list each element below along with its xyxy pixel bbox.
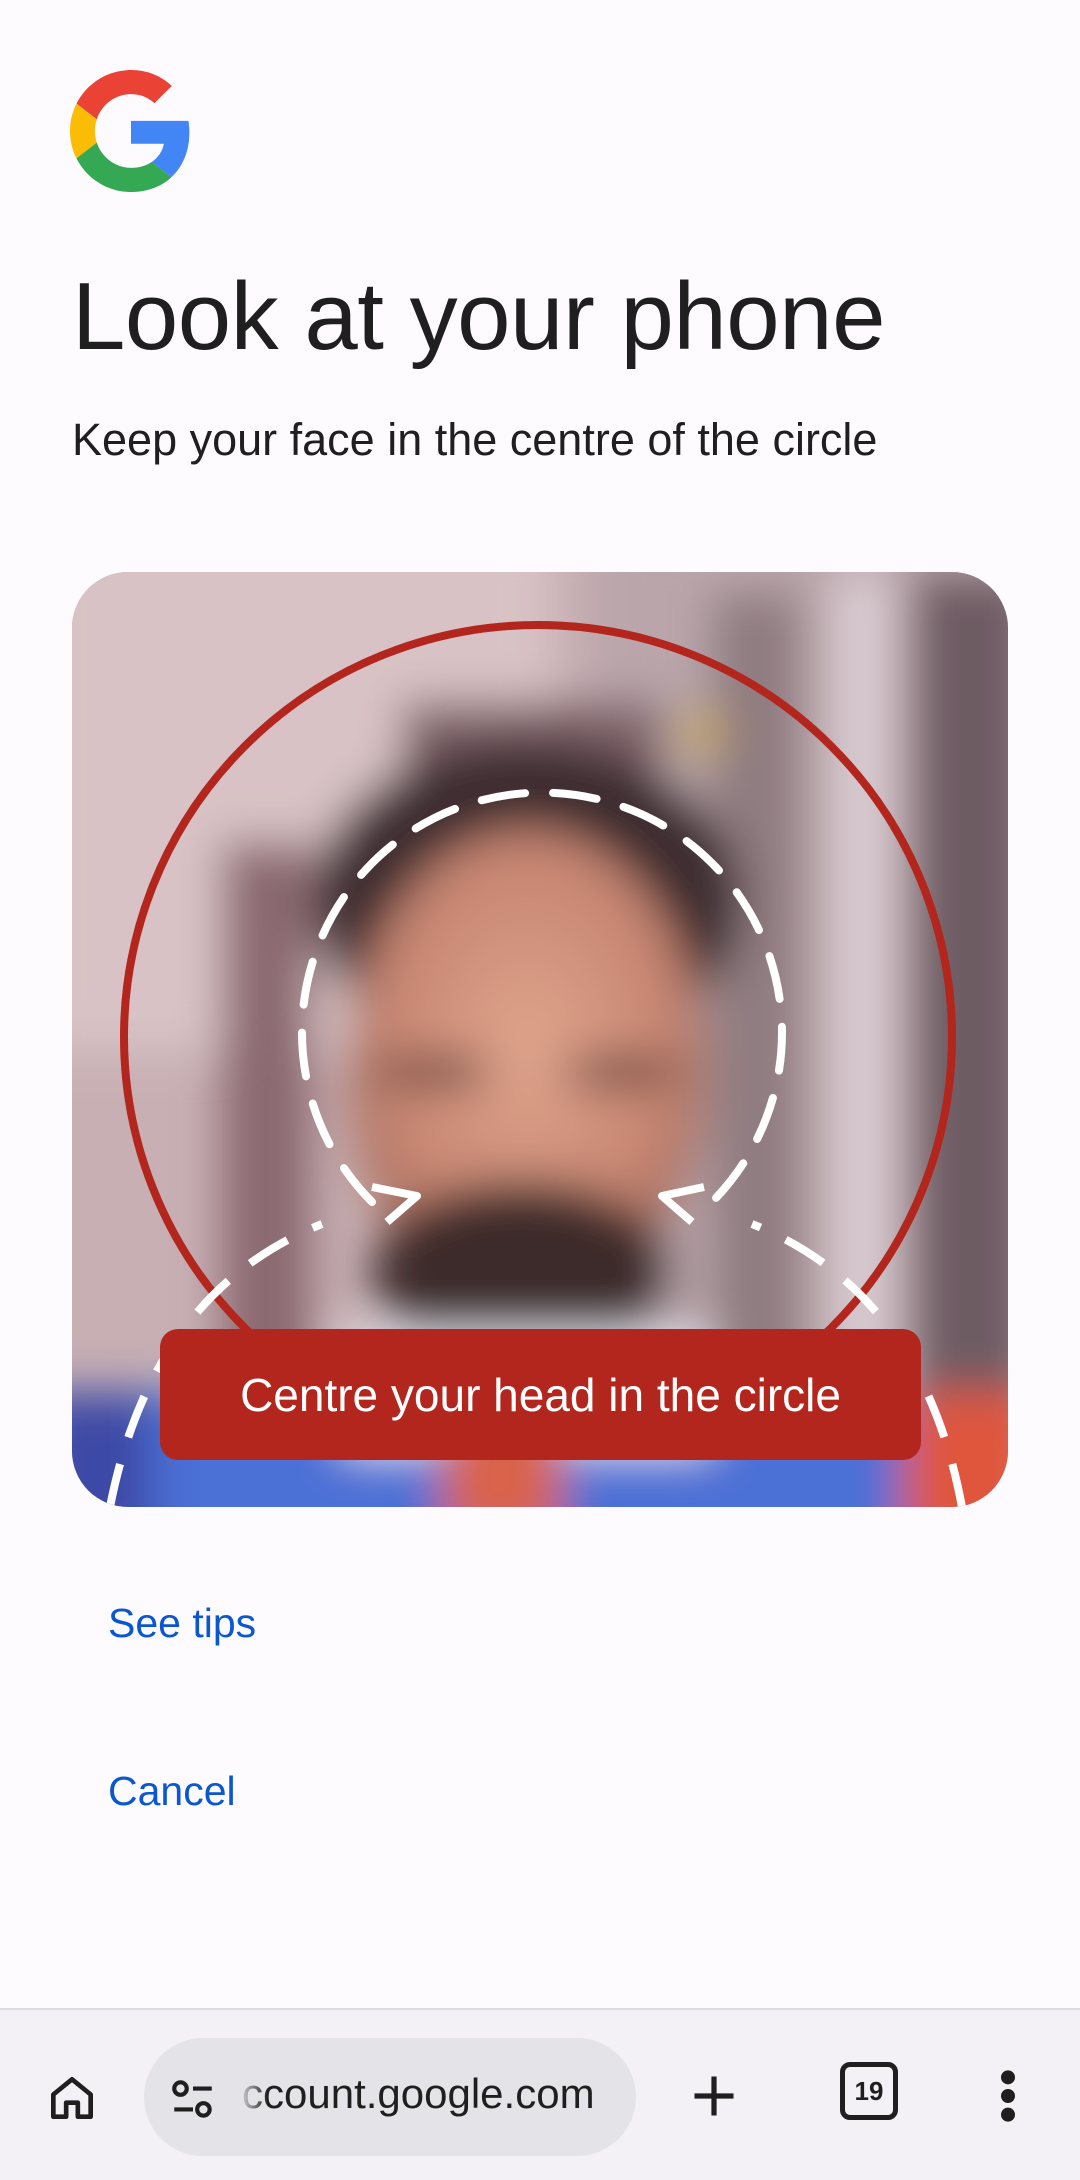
plus-icon[interactable] bbox=[688, 2070, 740, 2122]
face-verification-page: Look at your phone Keep your face in the… bbox=[0, 0, 1080, 2180]
google-g-icon bbox=[70, 70, 190, 192]
see-tips-link[interactable]: See tips bbox=[108, 1600, 256, 1647]
url-text: ccount.google.com bbox=[242, 2070, 595, 2117]
cancel-link[interactable]: Cancel bbox=[108, 1768, 236, 1815]
home-icon[interactable] bbox=[44, 2070, 100, 2126]
browser-toolbar: ccount.google.com 19 bbox=[0, 2008, 1080, 2180]
tab-switcher-button[interactable]: 19 bbox=[840, 2062, 898, 2120]
tune-icon[interactable] bbox=[168, 2074, 218, 2124]
guidance-banner: Centre your head in the circle bbox=[160, 1329, 921, 1460]
more-vert-icon[interactable] bbox=[998, 2068, 1018, 2124]
url-bar[interactable]: ccount.google.com bbox=[144, 2038, 636, 2156]
page-subtitle: Keep your face in the centre of the circ… bbox=[72, 414, 878, 465]
page-title: Look at your phone bbox=[72, 263, 885, 370]
